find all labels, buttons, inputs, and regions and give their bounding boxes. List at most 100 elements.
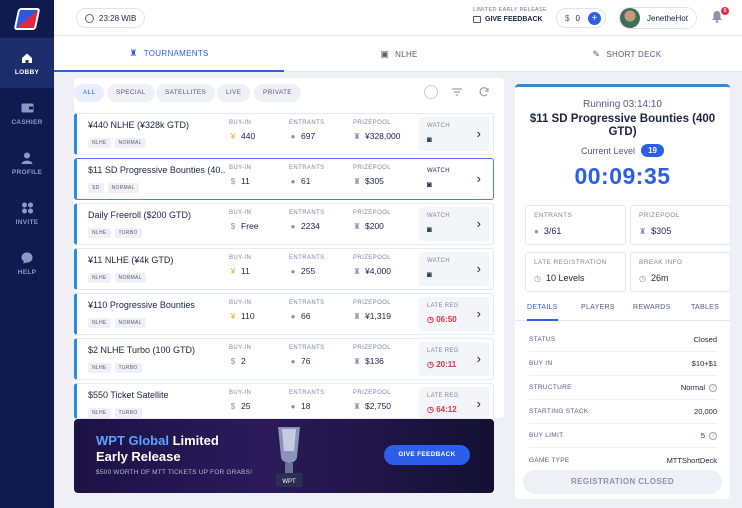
action-label: WATCH [427, 258, 450, 264]
prizepool-value: ¥4,000 [365, 266, 391, 276]
yen-icon: ¥ [230, 266, 236, 276]
chevron-right-icon: › [476, 306, 481, 321]
entrants-header: ENTRANTS [289, 345, 325, 351]
detail-row: STATUS Closed [529, 328, 717, 352]
sidebar: LOBBY CASHIER PROFILE INVITE HELP [0, 0, 54, 508]
tournament-row[interactable]: ¥110 Progressive Bounties NLHE NORMAL BUY… [74, 293, 494, 335]
notifications-button[interactable]: 8 [711, 7, 729, 24]
promo-banner[interactable]: WPT Global Limited Early Release $500 WO… [74, 419, 494, 493]
tab-details[interactable]: DETAILS [527, 295, 558, 321]
tag: NLHE [88, 408, 111, 418]
filter-private[interactable]: PRIVATE [254, 84, 301, 102]
sort-icon[interactable] [451, 85, 465, 99]
watch-icon: ◙ [427, 180, 432, 189]
give-feedback-button[interactable]: GIVE FEEDBACK [384, 445, 470, 465]
feedback-label: GIVE FEEDBACK [485, 16, 543, 23]
entrants-value: 2234 [301, 221, 320, 231]
user-icon: ● [290, 311, 296, 321]
sidebar-item-cashier[interactable]: CASHIER [0, 88, 54, 138]
tournament-row[interactable]: $2 NLHE Turbo (100 GTD) NLHE TURBO BUY-IN… [74, 338, 494, 380]
tab-rewards[interactable]: REWARDS [633, 295, 671, 321]
late-reg-button[interactable]: LATE REG ◷ 64:12 › [419, 387, 489, 418]
banner-subtitle: $500 WORTH OF MTT TICKETS UP FOR GRABS! [96, 469, 253, 476]
prizepool-value: $136 [365, 356, 384, 366]
invite-icon [20, 201, 34, 215]
feedback-link[interactable]: LIMITED EARLY RELEASE GIVE FEEDBACK [473, 7, 547, 23]
late-reg-button[interactable]: LATE REG ◷ 20:11 › [419, 342, 489, 376]
sidebar-item-invite[interactable]: INVITE [0, 188, 54, 238]
clock-icon: ◷ [639, 273, 646, 283]
sidebar-item-help[interactable]: HELP [0, 238, 54, 288]
banner-title-line2: Early Release [96, 449, 181, 464]
entrants-header: ENTRANTS [289, 210, 325, 216]
tab-nlhe[interactable]: ▣ NLHE [284, 36, 514, 72]
prizepool-header: PRIZEPOOL [353, 120, 391, 126]
balance[interactable]: $ 0 + [556, 8, 606, 28]
watch-button[interactable]: WATCH ◙ › [419, 162, 489, 196]
detail-value: MTTShortDeck [666, 455, 717, 465]
dollar-icon: $ [230, 221, 236, 231]
tab-short-deck[interactable]: ✎ SHORT DECK [512, 36, 742, 72]
app-logo[interactable] [0, 0, 54, 38]
watch-button[interactable]: WATCH ◙ › [419, 252, 489, 286]
banner-title-rest: Limited [168, 433, 219, 448]
watch-button[interactable]: WATCH ◙ › [419, 207, 489, 241]
filter-satellites[interactable]: SATELLITES [156, 84, 216, 102]
trophy-icon: ♜ [353, 311, 361, 321]
filter-special[interactable]: SPECIAL [107, 84, 155, 102]
detail-row: STARTING STACK 20,000 [529, 400, 717, 424]
tag: NLHE [88, 138, 111, 148]
refresh-icon[interactable] [478, 85, 492, 99]
info-icon[interactable]: i [709, 383, 717, 392]
buyin-value: 11 [241, 176, 250, 186]
tag: NORMAL [107, 183, 139, 193]
trophy-icon: ♜ [353, 266, 361, 276]
username: JenetheHot [647, 13, 688, 23]
buyin-value: 2 [241, 356, 246, 366]
tournament-row[interactable]: $550 Ticket Satellite NLHE TURBO BUY-IN $2… [74, 383, 494, 419]
tab-tables[interactable]: TABLES [691, 295, 719, 321]
box-label: PRIZEPOOL [639, 212, 680, 219]
tag: NLHE [88, 273, 111, 283]
chevron-right-icon: › [476, 216, 481, 231]
wallet-icon [20, 101, 34, 115]
watch-icon: ◙ [427, 270, 432, 279]
tab-tournaments[interactable]: ♜ TOURNAMENTS [54, 36, 284, 72]
action-label: WATCH [427, 123, 450, 129]
prizepool-value: $2,750 [365, 401, 391, 411]
running-status: Running 03:14:10 [583, 99, 662, 110]
sidebar-item-label: LOBBY [14, 68, 40, 76]
sidebar-item-profile[interactable]: PROFILE [0, 138, 54, 188]
deposit-plus-button[interactable]: + [587, 11, 601, 25]
registration-closed-button[interactable]: REGISTRATION CLOSED [523, 470, 722, 494]
chevron-right-icon: › [476, 126, 481, 141]
filter-live[interactable]: LIVE [217, 84, 251, 102]
currency-filter-icon[interactable] [424, 85, 438, 99]
cards-icon: ▣ [380, 48, 390, 59]
tournament-name: $550 Ticket Satellite [88, 390, 169, 400]
chevron-right-icon: › [476, 261, 481, 276]
filter-all[interactable]: ALL [74, 84, 105, 102]
tournament-row[interactable]: Daily Freeroll ($200 GTD) NLHE TURBO BUY-… [74, 203, 494, 245]
user-icon: ● [290, 131, 296, 141]
tournament-name: $2 NLHE Turbo (100 GTD) [88, 345, 196, 355]
prizepool-header: PRIZEPOOL [353, 345, 391, 351]
tournament-name: ¥110 Progressive Bounties [88, 300, 195, 310]
user-menu[interactable]: JenetheHot [619, 7, 697, 29]
late-reg-button[interactable]: LATE REG ◷ 06:50 › [419, 297, 489, 331]
tab-players[interactable]: PLAYERS [581, 295, 615, 321]
tab-label: NLHE [395, 49, 418, 59]
late-reg-timer: 64:12 [436, 405, 457, 414]
sidebar-item-lobby[interactable]: LOBBY [0, 38, 54, 88]
detail-key: GAME TYPE [529, 456, 570, 464]
info-icon[interactable]: i [709, 431, 717, 440]
watch-button[interactable]: WATCH ◙ › [419, 117, 489, 151]
detail-title: $11 SD Progressive Bounties (400 GTD) [529, 113, 716, 138]
level-label: Current Level [581, 145, 636, 156]
tournament-row[interactable]: $11 SD Progressive Bounties (40... SD NOR… [74, 158, 494, 200]
tournament-row[interactable]: ¥440 NLHE (¥328k GTD) NLHE NORMAL BUY-IN ¥… [74, 113, 494, 155]
tag: NLHE [88, 228, 111, 238]
detail-row: STRUCTURE Normal i [529, 376, 717, 400]
detail-row: BUY LIMIT 5 i [529, 424, 717, 448]
tournament-row[interactable]: ¥11 NLHE (¥4k GTD) NLHE NORMAL BUY-IN ¥11 … [74, 248, 494, 290]
